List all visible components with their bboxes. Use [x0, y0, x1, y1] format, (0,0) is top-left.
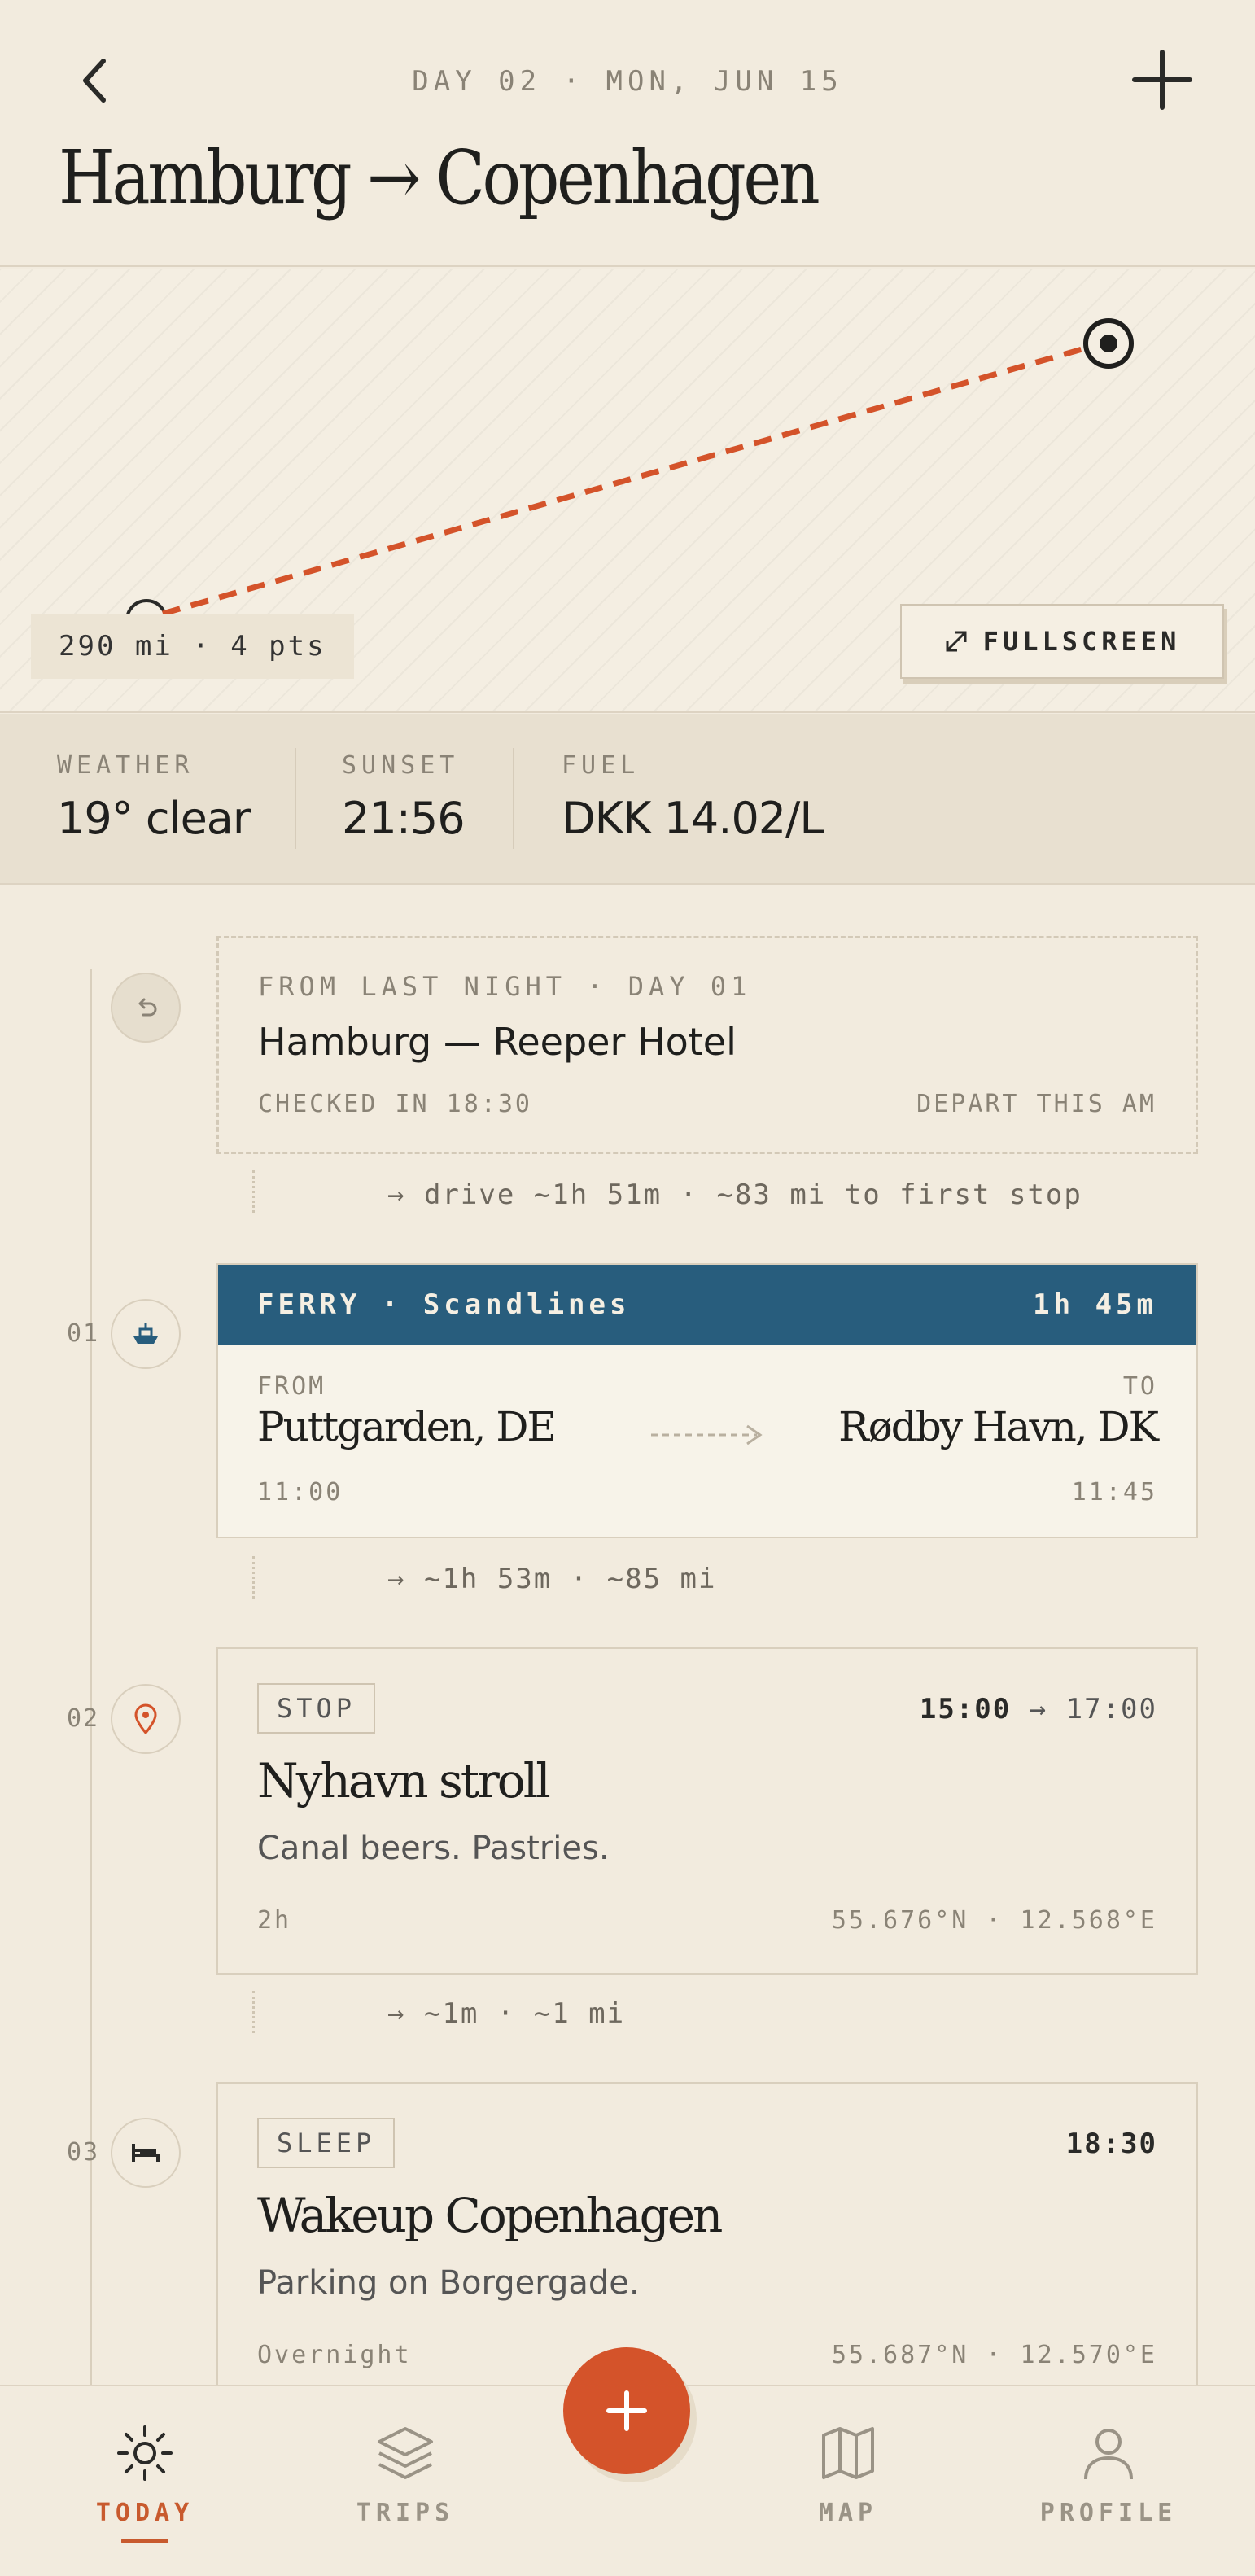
map-stats: 290 mi · 4 pts: [31, 614, 354, 679]
stop-duration: 2h: [257, 1906, 292, 1935]
step-number: 03: [67, 2138, 100, 2167]
stat-label: WEATHER: [57, 751, 195, 780]
origin-depart: DEPART THIS AM: [916, 1090, 1157, 1118]
ferry-operator: FERRY · Scandlines: [257, 1288, 631, 1321]
sleep-node: [111, 2118, 181, 2188]
stat-value: DKK 14.02/L: [562, 793, 824, 844]
step-number: 01: [67, 1319, 100, 1348]
add-button[interactable]: [1128, 46, 1196, 114]
stop-time-end: → 17:00: [1029, 1693, 1157, 1725]
active-indicator: [121, 2539, 168, 2543]
arrow-icon: [651, 1424, 763, 1445]
user-icon: [1084, 2429, 1133, 2480]
sleep-tag: SLEEP: [257, 2118, 396, 2168]
sleep-duration: Overnight: [257, 2341, 412, 2369]
travel-segment: → ~1h 53m · ~85 mi: [387, 1563, 717, 1595]
stop-tag: STOP: [257, 1683, 376, 1734]
sleep-card[interactable]: SLEEP 18:30 Wakeup Copenhagen Parking on…: [216, 2082, 1198, 2385]
to-place: Rødby Havn, DK: [838, 1403, 1159, 1450]
from-label: FROM: [257, 1372, 326, 1401]
origin-kicker: FROM LAST NIGHT · DAY 01: [258, 971, 752, 1002]
fullscreen-button[interactable]: FULLSCREEN: [900, 604, 1224, 679]
plus-icon: [1132, 50, 1192, 110]
day-label: DAY 02 · MON, JUN 15: [412, 65, 843, 98]
step-number: 02: [67, 1704, 100, 1733]
nav-today[interactable]: TODAY: [63, 2422, 226, 2543]
nav-label: PROFILE: [1039, 2499, 1178, 2527]
to-time: 11:45: [1071, 1478, 1157, 1507]
expand-icon: [946, 631, 967, 652]
add-stop-button[interactable]: [563, 2347, 690, 2474]
stop-card[interactable]: STOP 15:00 → 17:00 Nyhavn stroll Canal b…: [216, 1647, 1198, 1975]
stat-divider: [295, 748, 296, 849]
nav-trips[interactable]: TRIPS: [324, 2422, 487, 2527]
stat-sunset: SUNSET 21:56: [342, 751, 466, 844]
to-label: TO: [1122, 1372, 1157, 1401]
fullscreen-label: FULLSCREEN: [982, 626, 1181, 657]
origin-checkin: CHECKED IN 18:30: [258, 1090, 532, 1118]
sleep-desc: Parking on Borgergade.: [257, 2264, 640, 2302]
travel-segment: → ~1m · ~1 mi: [387, 1997, 626, 2030]
page-title: Hamburg → Copenhagen: [59, 134, 820, 221]
ferry-duration: 1h 45m: [1033, 1288, 1157, 1321]
sleep-time: 18:30: [1065, 2128, 1157, 2160]
stat-divider: [513, 748, 514, 849]
sleep-title: Wakeup Copenhagen: [257, 2188, 723, 2243]
route-map[interactable]: 290 mi · 4 pts FULLSCREEN: [0, 269, 1255, 713]
stat-fuel: FUEL DKK 14.02/L: [562, 751, 824, 844]
connector: [252, 1170, 255, 1213]
stat-value: 21:56: [342, 793, 466, 844]
stat-label: SUNSET: [342, 751, 460, 780]
origin-title: Hamburg — Reeper Hotel: [258, 1020, 737, 1064]
from-time: 11:00: [257, 1478, 343, 1507]
layers-icon: [378, 2427, 433, 2479]
sun-icon: [117, 2425, 173, 2481]
header: DAY 02 · MON, JUN 15 Hamburg → Copenhage…: [0, 0, 1255, 267]
stat-weather: WEATHER 19° clear: [57, 751, 251, 844]
travel-segment: → drive ~1h 51m · ~83 mi to first stop: [387, 1179, 1082, 1211]
stop-time-start: 15:00: [919, 1693, 1012, 1725]
stop-coords: 55.676°N · 12.568°E: [831, 1906, 1157, 1935]
stop-node: [111, 1684, 181, 1754]
timeline-line: [90, 969, 92, 2385]
sleep-coords: 55.687°N · 12.570°E: [831, 2341, 1157, 2369]
ferry-card[interactable]: FERRY · Scandlines 1h 45m FROM Puttgarde…: [216, 1263, 1198, 1538]
origin-card[interactable]: FROM LAST NIGHT · DAY 01 Hamburg — Reepe…: [216, 936, 1198, 1154]
connector: [252, 1556, 255, 1599]
plus-icon: [606, 2390, 647, 2431]
undo-icon: [138, 998, 157, 1017]
ferry-node: [111, 1299, 181, 1369]
ferry-header: FERRY · Scandlines 1h 45m: [218, 1265, 1196, 1345]
connector: [252, 1991, 255, 2033]
nav-map[interactable]: MAP: [767, 2422, 929, 2527]
nav-label: MAP: [818, 2499, 878, 2527]
stat-label: FUEL: [562, 751, 641, 780]
ship-icon: [133, 1323, 158, 1344]
nav-label: TODAY: [95, 2499, 195, 2527]
stop-desc: Canal beers. Pastries.: [257, 1830, 610, 1867]
bed-icon: [132, 2144, 160, 2162]
nav-profile[interactable]: PROFILE: [1027, 2422, 1190, 2527]
ferry-body: FROM Puttgarden, DE 11:00 TO Rødby Havn,…: [218, 1345, 1196, 1537]
map-pin-icon: [134, 1703, 157, 1734]
stats-bar: WEATHER 19° clear SUNSET 21:56 FUEL DKK …: [0, 714, 1255, 885]
stat-value: 19° clear: [57, 793, 251, 844]
map-icon: [822, 2427, 874, 2479]
nav-label: TRIPS: [356, 2499, 455, 2527]
from-place: Puttgarden, DE: [257, 1403, 557, 1450]
stop-time: 15:00 → 17:00: [920, 1693, 1157, 1725]
origin-node: [111, 973, 181, 1043]
stop-title: Nyhavn stroll: [257, 1753, 551, 1808]
